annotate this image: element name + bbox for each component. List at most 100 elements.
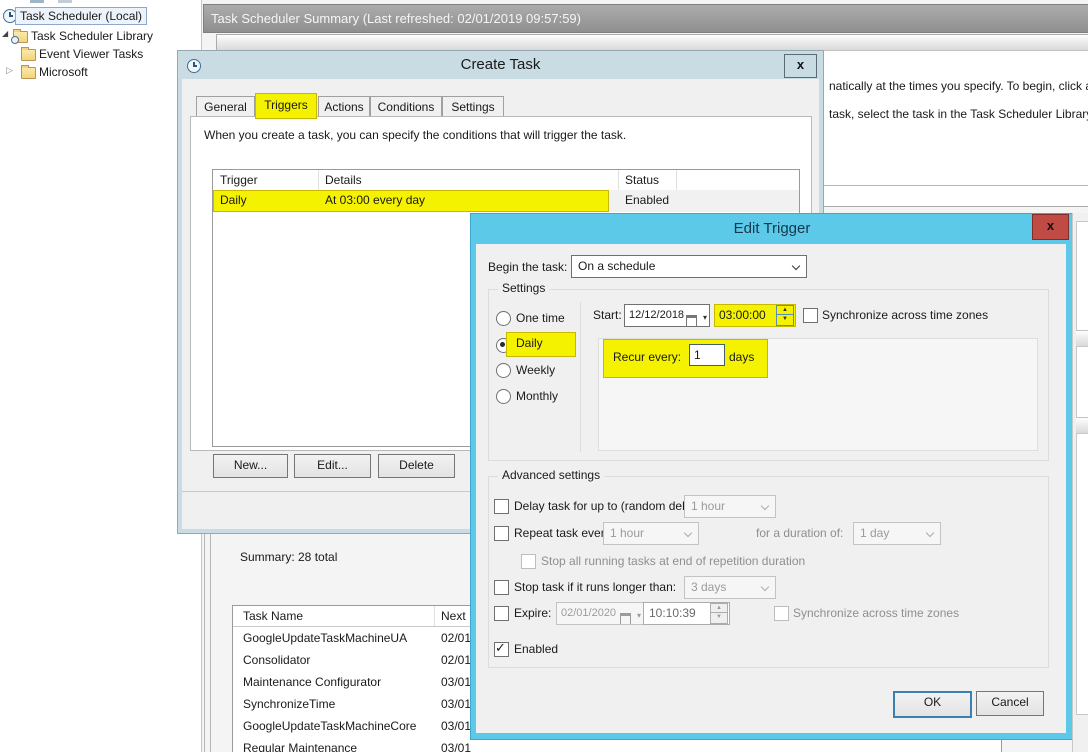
radio-monthly[interactable] [496, 389, 511, 404]
begin-task-select[interactable]: On a schedule [571, 255, 807, 278]
delete-trigger-button[interactable]: Delete [378, 454, 455, 478]
close-button[interactable]: x [784, 54, 817, 78]
column-divider[interactable] [318, 170, 319, 190]
duration-label: for a duration of: [756, 526, 843, 540]
ok-button[interactable]: OK [893, 691, 972, 718]
table-row[interactable]: GoogleUpdateTaskMachineUA [243, 631, 407, 645]
close-button[interactable]: x [1032, 214, 1069, 240]
expander-collapsed-icon[interactable]: ▷ [6, 65, 13, 76]
delay-duration-select[interactable]: 1 hour [684, 495, 776, 518]
column-header-task-name[interactable]: Task Name [243, 609, 303, 623]
table-row[interactable]: GoogleUpdateTaskMachineCore [243, 719, 416, 733]
radio-one-time-label[interactable]: One time [516, 311, 565, 325]
expire-date-picker[interactable]: 02/01/2020 ▾ [556, 602, 644, 625]
column-divider[interactable] [434, 606, 435, 626]
chevron-down-icon [761, 502, 769, 510]
start-date-picker[interactable]: 12/12/2018 ▾ [624, 304, 710, 327]
recur-every-input[interactable]: 1 [689, 344, 725, 366]
overview-text-line1: natically at the times you specify. To b… [829, 79, 1088, 93]
delay-duration-value: 1 hour [691, 499, 725, 513]
sync-timezones-label: Synchronize across time zones [822, 308, 988, 322]
spin-down-icon[interactable]: ▼ [710, 612, 728, 624]
stop-duration-value: 3 days [691, 580, 726, 594]
radio-weekly-label[interactable]: Weekly [516, 363, 555, 377]
triggers-list-header: Trigger Details Status [213, 170, 799, 191]
duration-select[interactable]: 1 day [853, 522, 941, 545]
chevron-down-icon [926, 529, 934, 537]
cancel-button[interactable]: Cancel [976, 691, 1044, 716]
pane-splitter[interactable] [204, 532, 205, 752]
task-scheduler-library-icon [13, 31, 28, 43]
start-label: Start: [593, 308, 622, 322]
expire-date-value: 02/01/2020 [561, 607, 616, 619]
table-cell-next: 03/01 [441, 719, 471, 733]
column-header-status[interactable]: Status [625, 173, 659, 187]
spin-down-icon[interactable]: ▼ [776, 314, 794, 326]
column-divider[interactable] [618, 170, 619, 190]
trigger-cell-details: At 03:00 every day [325, 193, 425, 207]
summary-count-label: Summary: 28 total [240, 550, 337, 564]
actions-pane-section-header [1076, 330, 1088, 346]
sidebar-item-task-scheduler-local[interactable]: Task Scheduler (Local) [15, 7, 147, 25]
chevron-down-icon [792, 262, 800, 270]
pane-splitter[interactable] [210, 532, 211, 752]
settings-vertical-divider [580, 302, 581, 452]
sync-timezones-checkbox[interactable] [803, 308, 818, 323]
stop-duration-select[interactable]: 3 days [684, 576, 776, 599]
sidebar-item-task-scheduler-library[interactable]: Task Scheduler Library [31, 29, 153, 43]
expander-expanded-icon[interactable]: ◢ [2, 29, 8, 38]
folder-icon [21, 67, 36, 79]
radio-one-time[interactable] [496, 311, 511, 326]
table-row[interactable]: Maintenance Configurator [243, 675, 381, 689]
trigger-cell-status: Enabled [625, 193, 669, 207]
new-trigger-button[interactable]: New... [213, 454, 288, 478]
table-row[interactable]: Consolidator [243, 653, 310, 667]
edit-trigger-dialog: Edit Trigger x Begin the task: On a sche… [470, 213, 1074, 740]
radio-daily-label[interactable]: Daily [516, 336, 543, 350]
table-cell-next: 03/01 [441, 741, 471, 752]
table-row[interactable]: SynchronizeTime [243, 697, 335, 711]
edit-trigger-button[interactable]: Edit... [294, 454, 371, 478]
table-cell-next: 02/01 [441, 631, 471, 645]
table-cell-next: 03/01 [441, 675, 471, 689]
advanced-settings-label: Advanced settings [498, 468, 604, 482]
expire-time-spinner[interactable]: 10:10:39 ▲ ▼ [643, 602, 730, 625]
begin-task-value: On a schedule [578, 259, 655, 273]
column-header-trigger[interactable]: Trigger [220, 173, 258, 187]
repeat-interval-select[interactable]: 1 hour [603, 522, 699, 545]
stop-task-checkbox[interactable] [494, 580, 509, 595]
radio-monthly-label[interactable]: Monthly [516, 389, 558, 403]
recur-unit-label: days [729, 350, 754, 364]
stop-all-tasks-checkbox[interactable] [521, 554, 536, 569]
tab-triggers[interactable]: Triggers [255, 93, 317, 119]
recur-every-label: Recur every: [613, 350, 681, 364]
table-row[interactable]: Regular Maintenance [243, 741, 357, 752]
enabled-checkbox[interactable] [494, 642, 509, 657]
folder-icon [21, 49, 36, 61]
trigger-cell-trigger: Daily [220, 193, 247, 207]
toolbar-icons-sliver [58, 0, 72, 3]
settings-group-label: Settings [498, 281, 549, 295]
radio-weekly[interactable] [496, 363, 511, 378]
expire-time-value: 10:10:39 [649, 606, 696, 620]
edit-trigger-title: Edit Trigger [471, 220, 1073, 237]
begin-task-label: Begin the task: [488, 260, 567, 274]
column-header-next-run[interactable]: Next [441, 609, 466, 623]
delay-task-checkbox[interactable] [494, 499, 509, 514]
sidebar-item-event-viewer-tasks[interactable]: Event Viewer Tasks [39, 47, 143, 61]
start-time-spinner[interactable]: 03:00:00 ▲ ▼ [714, 304, 796, 327]
sidebar-item-microsoft[interactable]: Microsoft [39, 65, 88, 79]
repeat-task-checkbox[interactable] [494, 526, 509, 541]
toolbar-icons-sliver [30, 0, 44, 3]
column-header-details[interactable]: Details [325, 173, 362, 187]
expire-label: Expire: [514, 606, 551, 620]
chevron-down-icon [761, 583, 769, 591]
column-divider[interactable] [676, 170, 677, 190]
enabled-label: Enabled [514, 642, 558, 656]
sync-timezones-checkbox-2[interactable] [774, 606, 789, 621]
expire-checkbox[interactable] [494, 606, 509, 621]
sync-timezones-label-2: Synchronize across time zones [793, 606, 959, 620]
actions-pane-sliver [1072, 213, 1088, 752]
chevron-down-icon [684, 529, 692, 537]
trigger-row[interactable]: Daily At 03:00 every day Enabled [213, 190, 799, 212]
